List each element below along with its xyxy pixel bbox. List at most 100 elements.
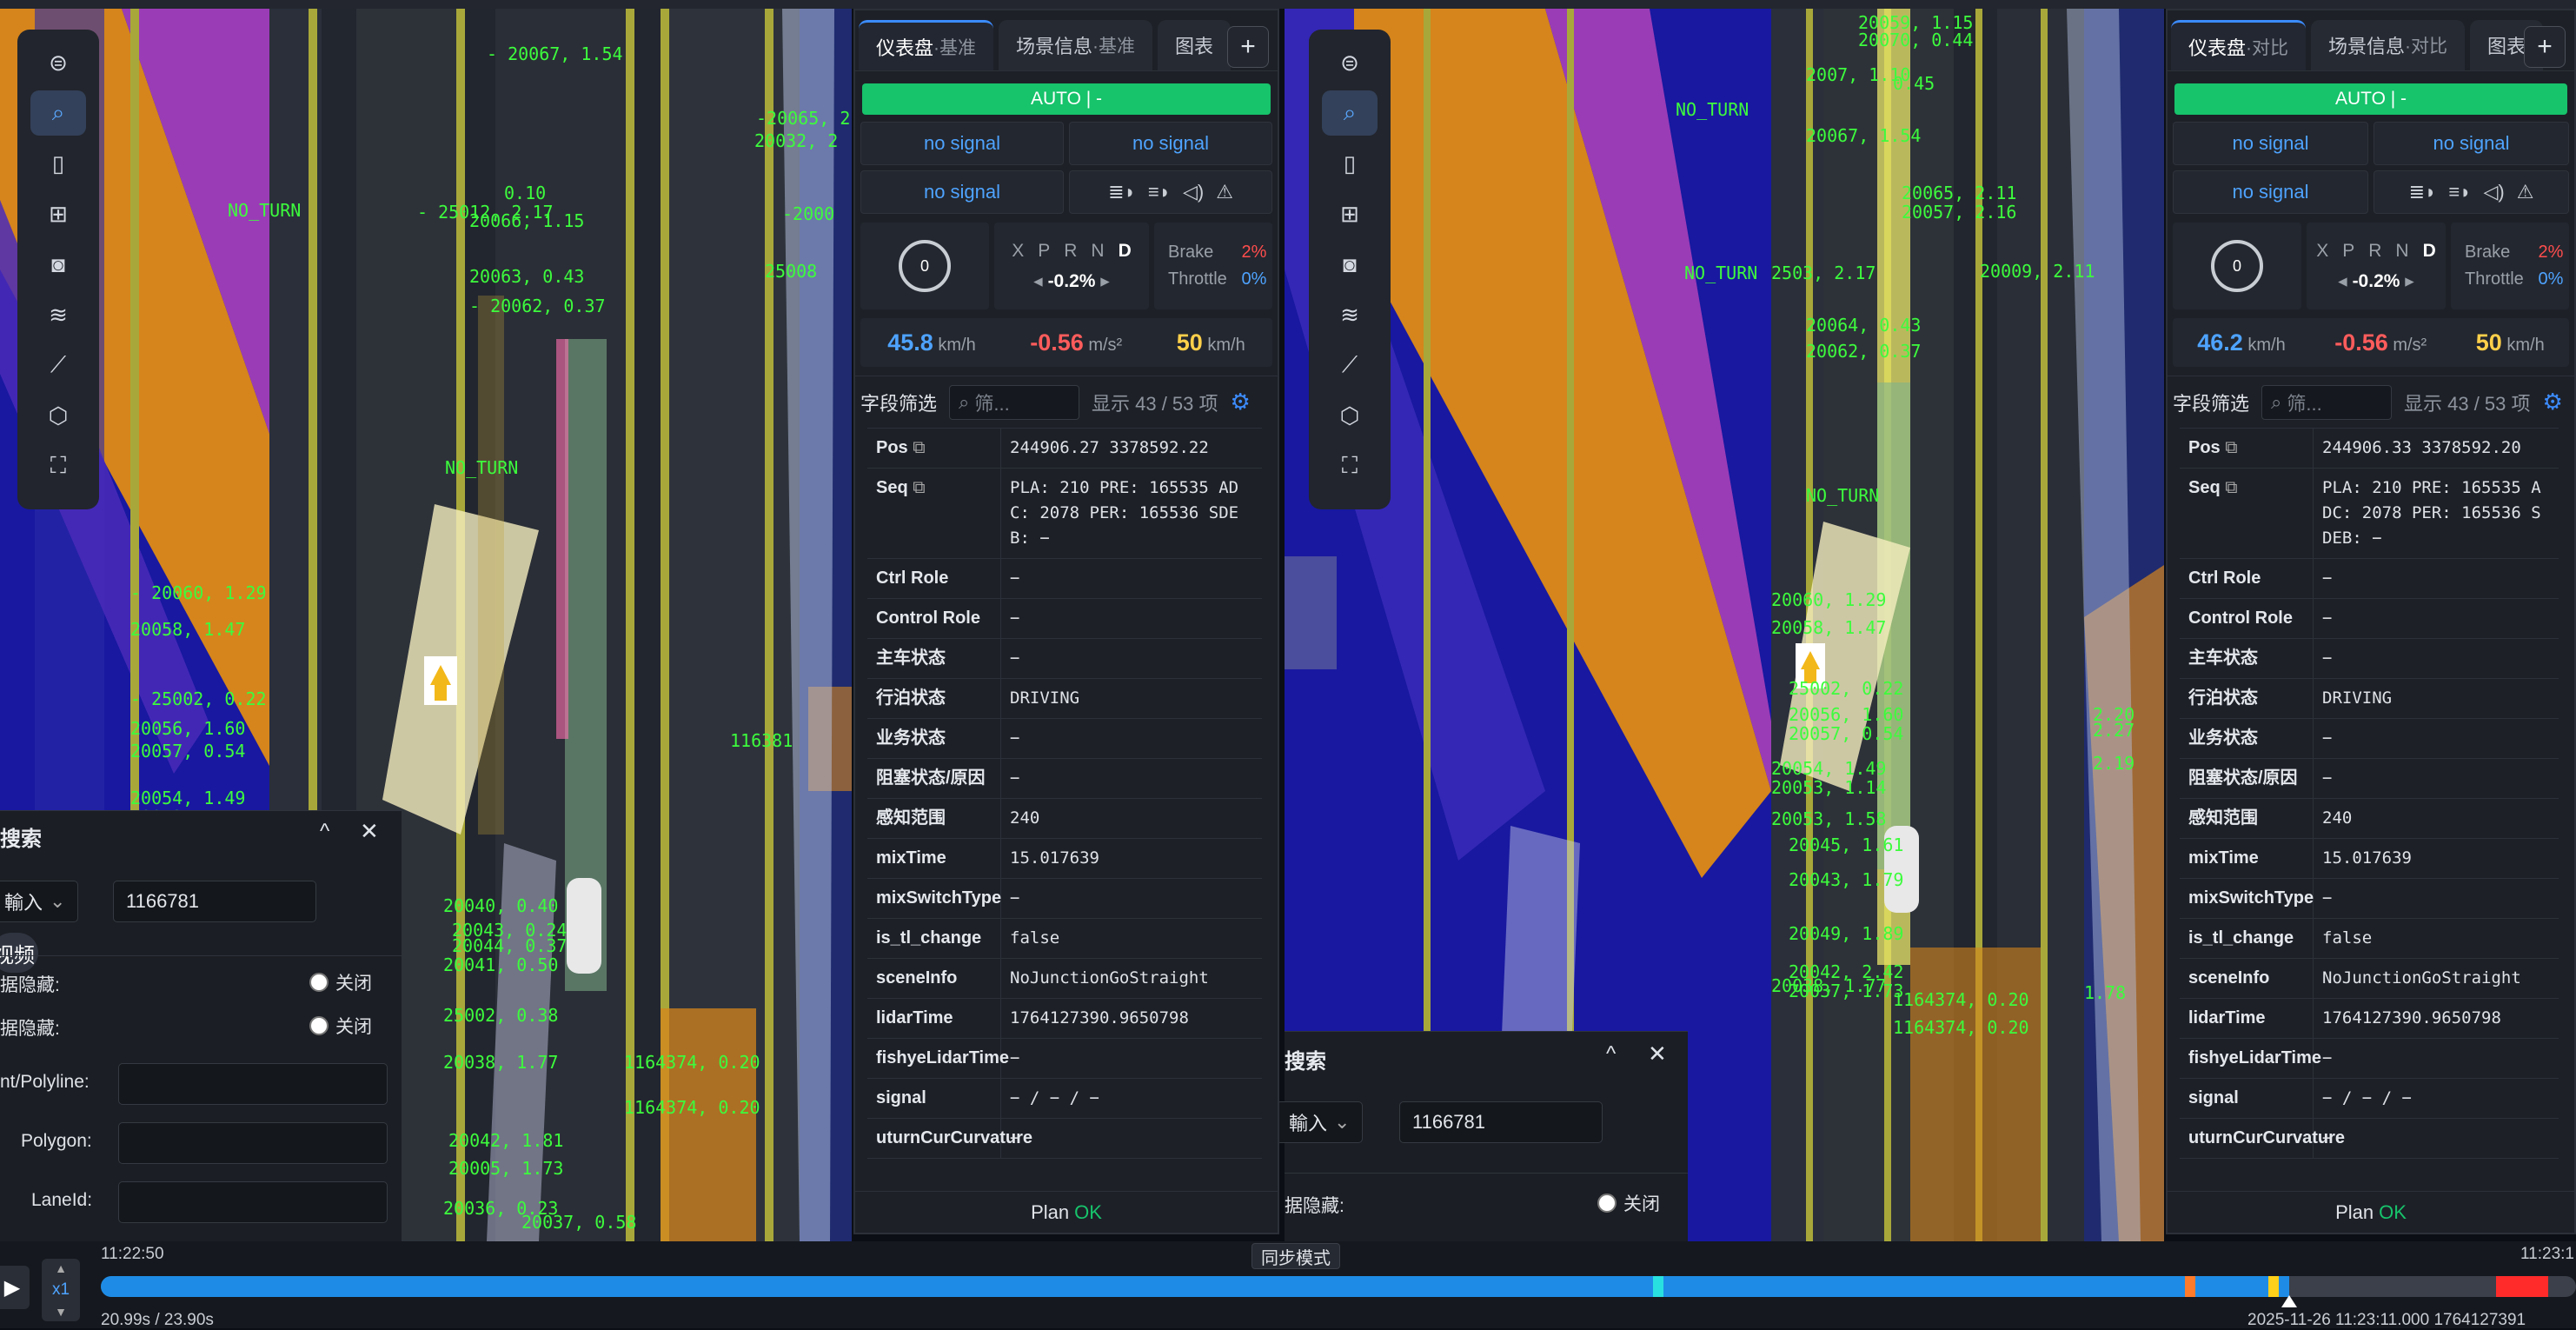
- table-row: lidarTime 1764127390.9650798: [867, 999, 1262, 1039]
- point-polyline-input[interactable]: [118, 1063, 388, 1105]
- camera-icon[interactable]: ◙: [1322, 242, 1378, 287]
- chevron-down-icon[interactable]: ▼: [55, 1305, 67, 1319]
- timeline-track[interactable]: [101, 1276, 2576, 1297]
- lane-id-input[interactable]: [118, 1181, 388, 1223]
- layers-icon[interactable]: ≋: [30, 292, 86, 337]
- ruler-icon[interactable]: ⟋: [30, 342, 86, 388]
- limit-readout: 50 km/h: [1177, 329, 1245, 356]
- toggle-knob-icon: [1597, 1194, 1617, 1213]
- field-key: mixSwitchType: [867, 879, 1001, 918]
- search-mode-select[interactable]: 輸入 ⌄: [0, 881, 78, 922]
- menu-icon[interactable]: ⊜: [30, 40, 86, 85]
- accel-value: -0.56: [2334, 329, 2388, 356]
- field-key: Ctrl Role: [867, 559, 1001, 598]
- chevron-up-icon[interactable]: ▲: [55, 1261, 67, 1275]
- add-tab-button[interactable]: +: [1227, 26, 1269, 68]
- cube-icon[interactable]: ⬡: [1322, 393, 1378, 438]
- timeline: 11:22:50 11:23:1 同步模式 ▶ ▲ x1 ▼ 20.99s / …: [0, 1241, 2576, 1329]
- table-row: 业务状态 −: [2180, 719, 2559, 759]
- polygon-input[interactable]: [118, 1122, 388, 1164]
- search-mode-select[interactable]: 輸入 ⌄: [1276, 1101, 1363, 1143]
- close-icon[interactable]: ✕: [1648, 1041, 1667, 1067]
- copy-icon[interactable]: ⧉: [2225, 478, 2237, 497]
- play-icon[interactable]: ▶: [0, 1266, 30, 1309]
- tab-0[interactable]: 仪表盘 ·基准: [859, 20, 994, 70]
- search-input[interactable]: 1166781: [113, 881, 316, 922]
- timeline-end-time: 11:23:1: [2520, 1245, 2574, 1263]
- table-row: sceneInfo NoJunctionGoStraight: [867, 959, 1262, 999]
- speed-unit: km/h: [938, 335, 976, 355]
- field-key-text: fishyeLidarTime: [876, 1048, 1010, 1067]
- table-row: 阻塞状态/原因 −: [2180, 759, 2559, 799]
- table-row: 行泊状态 DRIVING: [867, 679, 1262, 719]
- add-tab-button[interactable]: +: [2524, 26, 2566, 68]
- camera-icon[interactable]: ◙: [30, 242, 86, 287]
- hide-toggle-1[interactable]: 关闭: [1597, 1190, 1660, 1216]
- timeline-progress: [101, 1276, 2289, 1297]
- signal-status: no signal: [2374, 122, 2569, 165]
- field-filter-row: 字段筛选 ⌕ 筛... 显示 43 / 53 项 ⚙: [2168, 376, 2574, 428]
- layers-icon[interactable]: ≋: [1322, 292, 1378, 337]
- tab-2[interactable]: 图表: [1158, 20, 1232, 70]
- filter-input[interactable]: ⌕ 筛...: [949, 384, 1080, 420]
- search-icon: ⌕: [959, 390, 970, 413]
- table-row: 感知范围 240: [867, 799, 1262, 839]
- gear-box: X P R N D ◂ -0.2% ▸: [2307, 223, 2446, 309]
- timeline-thumb[interactable]: [2281, 1295, 2297, 1307]
- search-icon[interactable]: ⌕: [1322, 90, 1378, 136]
- field-value: PLA: 210 PRE: 165535 ADC: 2078 PER: 1655…: [1010, 478, 1239, 548]
- auto-mode-bar: AUTO | -: [862, 83, 1271, 115]
- ruler-icon[interactable]: ⟋: [1322, 342, 1378, 388]
- tab-0[interactable]: 仪表盘 ·对比: [2171, 20, 2307, 70]
- copy-icon[interactable]: ⧉: [913, 478, 925, 497]
- limit-unit: km/h: [1207, 335, 1245, 355]
- field-value: PLA: 210 PRE: 165535 ADC: 2078 PER: 1655…: [2322, 478, 2541, 548]
- table-row: Seq ⧉ PLA: 210 PRE: 165535 ADC: 2078 PER:…: [2180, 469, 2559, 559]
- hide-toggle-2[interactable]: 关闭: [309, 1013, 372, 1039]
- search-icon[interactable]: ⌕: [30, 90, 86, 136]
- signal-grid: no signal no signal no signal ≣◗ ≡◗ ◁) ⚠: [860, 122, 1272, 214]
- field-value: 240: [1010, 808, 1040, 828]
- throttle-value: 0%: [1241, 269, 1267, 289]
- crop-icon[interactable]: ⛶: [1322, 443, 1378, 489]
- search-input[interactable]: 1166781: [1399, 1101, 1603, 1143]
- speed-readout: 45.8 km/h: [887, 329, 975, 356]
- table-row: 主车状态 −: [2180, 639, 2559, 679]
- menu-icon[interactable]: ⊜: [1322, 40, 1378, 85]
- tab-1[interactable]: 场景信息 ·对比: [2311, 20, 2466, 70]
- filter-input[interactable]: ⌕ 筛...: [2261, 384, 2393, 420]
- document-icon[interactable]: ▯: [30, 141, 86, 186]
- speed-row: 46.2 km/h -0.56 m/s² 50 km/h: [2173, 318, 2569, 367]
- field-count: 显示 43 / 53 项: [1092, 392, 1218, 415]
- close-icon[interactable]: ✕: [360, 818, 379, 845]
- copy-icon[interactable]: ⧉: [2225, 438, 2237, 457]
- playback-speed-stepper[interactable]: ▲ x1 ▼: [42, 1259, 80, 1321]
- copy-icon[interactable]: ⧉: [913, 438, 925, 457]
- gear-icon[interactable]: ⚙: [2543, 389, 2563, 416]
- field-key-text: Ctrl Role: [876, 569, 949, 588]
- field-value: −: [2322, 768, 2333, 788]
- tab-label: 场景信息: [1016, 36, 1093, 57]
- collapse-icon[interactable]: ^: [1606, 1042, 1616, 1067]
- steering-value: 0: [920, 256, 929, 275]
- gear-icon[interactable]: ⚙: [1231, 389, 1251, 416]
- tab-1[interactable]: 场景信息 ·基准: [999, 20, 1153, 70]
- field-value: −: [1010, 728, 1020, 748]
- field-value: −: [1010, 1048, 1020, 1067]
- video-button[interactable]: 视频: [0, 933, 38, 973]
- grid-icon[interactable]: ⊞: [30, 191, 86, 236]
- grid-icon[interactable]: ⊞: [1322, 191, 1378, 236]
- cube-icon[interactable]: ⬡: [30, 393, 86, 438]
- collapse-icon[interactable]: ^: [320, 820, 329, 844]
- crop-icon[interactable]: ⛶: [30, 443, 86, 489]
- field-key-text: lidarTime: [876, 1008, 953, 1027]
- tab-label: 仪表盘: [876, 37, 934, 59]
- table-row: Pos ⧉ 244906.27 3378592.22: [867, 429, 1262, 469]
- toggle-label: 关闭: [335, 1017, 372, 1037]
- sync-mode-button[interactable]: 同步模式: [1251, 1243, 1340, 1269]
- field-value: −: [2322, 1048, 2333, 1067]
- chevron-down-icon: ⌄: [50, 890, 66, 912]
- hide-toggle-1[interactable]: 关闭: [309, 969, 372, 995]
- high-beam-icon: ≣◗: [1108, 181, 1136, 203]
- document-icon[interactable]: ▯: [1322, 141, 1378, 186]
